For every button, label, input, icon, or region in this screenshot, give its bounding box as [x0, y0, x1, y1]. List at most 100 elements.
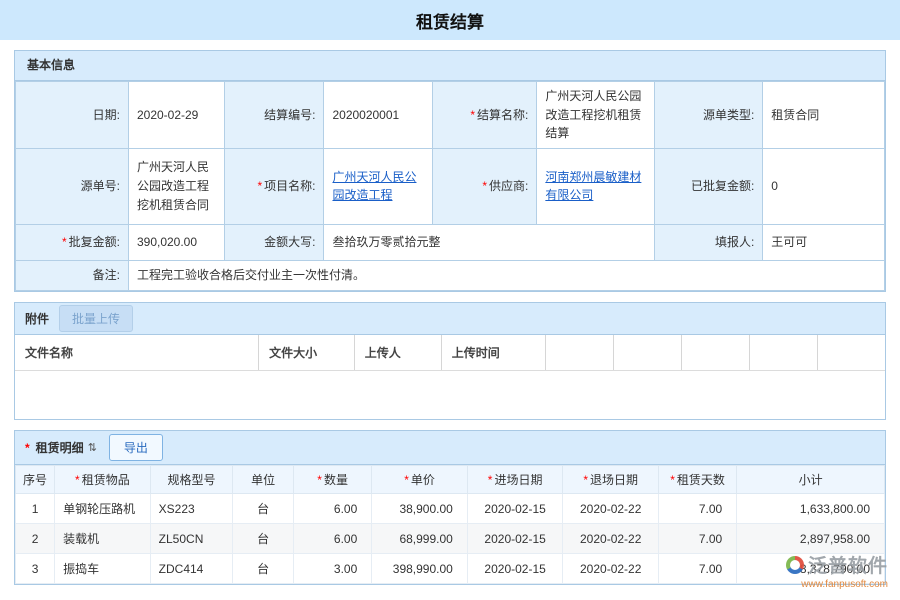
page-title: 租赁结算: [416, 8, 484, 33]
cell-subtotal: 2,897,958.00: [737, 524, 885, 554]
attachments-toolbar: 附件 批量上传: [15, 303, 885, 335]
required-mark: *: [470, 108, 475, 122]
attachments-section: 附件 批量上传 文件名称 文件大小 上传人 上传时间: [14, 302, 886, 421]
attach-header-empty: [817, 335, 885, 371]
approved-amount-label: 已批复金额:: [654, 148, 763, 224]
approval-amount-label: *批复金额:: [16, 224, 129, 260]
cell-days: 7.00: [658, 494, 736, 524]
col-date-out: *退场日期: [563, 466, 659, 494]
attach-header-empty: [546, 335, 614, 371]
cell-date-in: 2020-02-15: [467, 494, 563, 524]
source-type-value: 租赁合同: [763, 82, 885, 149]
required-mark: *: [62, 235, 67, 249]
table-row: 1 单钢轮压路机 XS223 台 6.00 38,900.00 2020-02-…: [16, 494, 885, 524]
source-no-label: 源单号:: [16, 148, 129, 224]
supplier-label: *供应商:: [433, 148, 537, 224]
col-item: *租赁物品: [55, 466, 151, 494]
cell-unit: 台: [233, 494, 294, 524]
amount-words-label: 金额大写:: [224, 224, 324, 260]
rental-details-header: * 租赁明细 ⇅ 导出: [15, 431, 885, 465]
cell-model: ZDC414: [150, 554, 233, 584]
project-label: *项目名称:: [224, 148, 324, 224]
batch-upload-button[interactable]: 批量上传: [59, 305, 133, 332]
col-seq: 序号: [16, 466, 55, 494]
cell-unit: 台: [233, 524, 294, 554]
date-label: 日期:: [16, 82, 129, 149]
col-model: 规格型号: [150, 466, 233, 494]
attachments-table: 文件名称 文件大小 上传人 上传时间: [15, 335, 885, 372]
cell-days: 7.00: [658, 524, 736, 554]
cell-model: ZL50CN: [150, 524, 233, 554]
remark-label: 备注:: [16, 260, 129, 290]
cell-subtotal: 1,633,800.00: [737, 494, 885, 524]
basic-info-header: 基本信息: [15, 51, 885, 81]
export-button[interactable]: 导出: [109, 434, 163, 461]
col-price: *单价: [372, 466, 468, 494]
source-type-label: 源单类型:: [654, 82, 763, 149]
basic-info-section: 基本信息 日期: 2020-02-29 结算编号: 2020020001 *结算…: [14, 50, 886, 292]
basic-info-table: 日期: 2020-02-29 结算编号: 2020020001 *结算名称: 广…: [15, 81, 885, 291]
cell-days: 7.00: [658, 554, 736, 584]
rental-details-title: 租赁明细: [36, 439, 84, 456]
amount-words-value: 叁拾玖万零贰拾元整: [324, 224, 654, 260]
cell-subtotal: 8,378,790.00: [737, 554, 885, 584]
table-row: 3 振捣车 ZDC414 台 3.00 398,990.00 2020-02-1…: [16, 554, 885, 584]
col-qty: *数量: [294, 466, 372, 494]
table-row: 2 装载机 ZL50CN 台 6.00 68,999.00 2020-02-15…: [16, 524, 885, 554]
col-date-in: *进场日期: [467, 466, 563, 494]
remark-value: 工程完工验收合格后交付业主一次性付清。: [128, 260, 884, 290]
project-link[interactable]: 广州天河人民公园改造工程: [332, 170, 416, 203]
required-mark: *: [25, 441, 30, 455]
supplier-link[interactable]: 河南郑州晨敏建材有限公司: [545, 170, 641, 203]
filler-label: 填报人:: [654, 224, 763, 260]
cell-item: 单钢轮压路机: [55, 494, 151, 524]
supplier-value: 河南郑州晨敏建材有限公司: [537, 148, 654, 224]
col-unit: 单位: [233, 466, 294, 494]
cell-price: 68,999.00: [372, 524, 468, 554]
rental-details-table: 序号 *租赁物品 规格型号 单位 *数量 *单价 *进场日期 *退场日期 *租赁…: [15, 465, 885, 584]
settle-no-label: 结算编号:: [224, 82, 324, 149]
col-days: *租赁天数: [658, 466, 736, 494]
cell-date-in: 2020-02-15: [467, 554, 563, 584]
required-mark: *: [482, 179, 487, 193]
cell-seq: 2: [16, 524, 55, 554]
sort-icon[interactable]: ⇅: [88, 441, 97, 454]
settle-name-label: *结算名称:: [433, 82, 537, 149]
attach-header-filesize: 文件大小: [259, 335, 355, 371]
date-value: 2020-02-29: [128, 82, 224, 149]
approved-amount-value: 0: [763, 148, 885, 224]
cell-seq: 1: [16, 494, 55, 524]
detail-header-row: 序号 *租赁物品 规格型号 单位 *数量 *单价 *进场日期 *退场日期 *租赁…: [16, 466, 885, 494]
project-value: 广州天河人民公园改造工程: [324, 148, 433, 224]
cell-model: XS223: [150, 494, 233, 524]
cell-price: 38,900.00: [372, 494, 468, 524]
cell-date-out: 2020-02-22: [563, 524, 659, 554]
cell-qty: 6.00: [294, 524, 372, 554]
cell-date-out: 2020-02-22: [563, 494, 659, 524]
filler-value: 王可可: [763, 224, 885, 260]
cell-price: 398,990.00: [372, 554, 468, 584]
settle-name-value: 广州天河人民公园改造工程挖机租赁结算: [537, 82, 654, 149]
cell-date-in: 2020-02-15: [467, 524, 563, 554]
basic-info-title: 基本信息: [27, 51, 75, 80]
page-title-bar: 租赁结算: [0, 0, 900, 40]
cell-item: 振捣车: [55, 554, 151, 584]
cell-unit: 台: [233, 554, 294, 584]
attachments-empty-area: [15, 371, 885, 419]
cell-seq: 3: [16, 554, 55, 584]
attach-header-filename: 文件名称: [15, 335, 259, 371]
cell-item: 装载机: [55, 524, 151, 554]
attach-header-empty: [614, 335, 682, 371]
attach-header-empty: [681, 335, 749, 371]
cell-qty: 3.00: [294, 554, 372, 584]
cell-qty: 6.00: [294, 494, 372, 524]
attach-header-uploader: 上传人: [354, 335, 441, 371]
rental-details-section: * 租赁明细 ⇅ 导出 序号 *租赁物品 规格型号 单位 *数量 *单价 *进场…: [14, 430, 886, 585]
attachments-title: 附件: [25, 310, 49, 327]
attach-header-empty: [749, 335, 817, 371]
source-no-value: 广州天河人民公园改造工程挖机租赁合同: [128, 148, 224, 224]
settle-no-value: 2020020001: [324, 82, 433, 149]
required-mark: *: [257, 179, 262, 193]
attach-header-uploadtime: 上传时间: [441, 335, 545, 371]
col-subtotal: 小计: [737, 466, 885, 494]
